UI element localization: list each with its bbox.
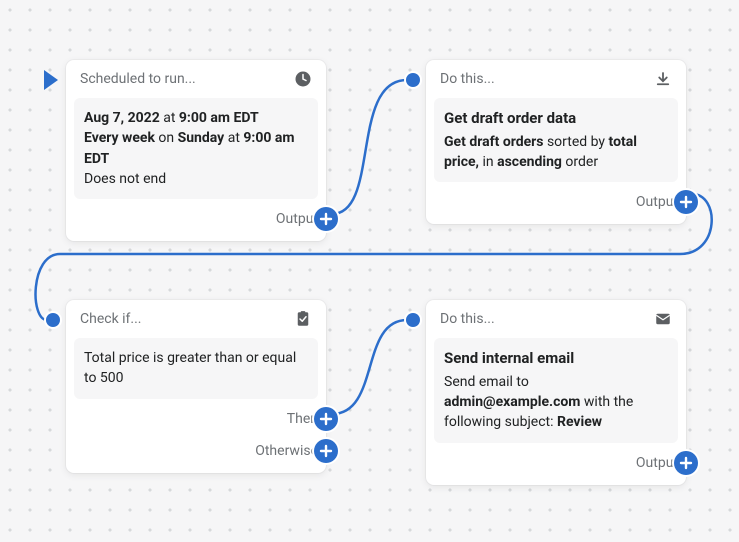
otherwise-port: Otherwise	[74, 439, 318, 463]
add-step-button[interactable]	[314, 439, 338, 463]
input-port-icon	[46, 313, 60, 327]
node-body: Total price is greater than or equal to …	[74, 338, 318, 399]
add-step-button[interactable]	[674, 190, 698, 214]
output-port: Output	[434, 451, 678, 475]
node-header: Do this...	[426, 60, 686, 98]
email-node[interactable]: Do this... Send internal email Send emai…	[426, 300, 686, 485]
input-port-icon	[406, 73, 420, 87]
node-body: Aug 7, 2022 at 9:00 am EDT Every week on…	[74, 98, 318, 199]
add-step-button[interactable]	[314, 207, 338, 231]
input-port-icon	[406, 313, 420, 327]
mail-icon	[654, 310, 672, 328]
node-header: Check if...	[66, 300, 326, 338]
node-header-title: Do this...	[440, 71, 654, 87]
add-step-button[interactable]	[314, 407, 338, 431]
clock-icon	[294, 70, 312, 88]
node-header-title: Do this...	[440, 311, 654, 327]
output-port: Output	[74, 207, 318, 231]
schedule-node[interactable]: Scheduled to run... Aug 7, 2022 at 9:00 …	[66, 60, 326, 241]
add-step-button[interactable]	[674, 451, 698, 475]
checklist-icon	[294, 310, 312, 328]
then-port: Then	[74, 407, 318, 431]
start-marker-icon	[44, 70, 58, 90]
download-icon	[654, 70, 672, 88]
check-node[interactable]: Check if... Total price is greater than …	[66, 300, 326, 473]
get-orders-node[interactable]: Do this... Get draft order data Get draf…	[426, 60, 686, 224]
node-body: Get draft order data Get draft orders so…	[434, 98, 678, 182]
output-port: Output	[434, 190, 678, 214]
node-header-title: Check if...	[80, 311, 294, 327]
node-header: Do this...	[426, 300, 686, 338]
node-header-title: Scheduled to run...	[80, 71, 294, 87]
node-header: Scheduled to run...	[66, 60, 326, 98]
node-body: Send internal email Send email to admin@…	[434, 338, 678, 443]
